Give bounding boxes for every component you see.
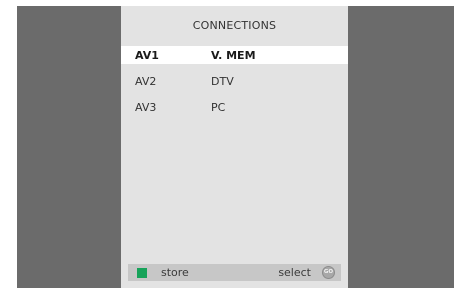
row-source-label: AV2 [135,75,157,88]
row-source-label: AV3 [135,101,157,114]
menu-title: CONNECTIONS [192,19,277,32]
connections-menu-panel: CONNECTIONS AV1 V. MEM AV2 DTV AV3 PC st… [121,6,348,288]
row-value-label: DTV [211,75,234,88]
menu-row-av2[interactable]: AV2 DTV [121,72,348,90]
menu-row-av1[interactable]: AV1 V. MEM [121,46,348,64]
row-value-label: PC [211,101,226,114]
store-label: store [161,266,189,279]
menu-row-av3[interactable]: AV3 PC [121,98,348,116]
go-button-icon[interactable]: GO [322,266,335,279]
footer-bar: store select GO [128,264,341,281]
row-value-label: V. MEM [211,49,256,62]
row-source-label: AV1 [135,49,159,62]
select-label: select [278,266,311,279]
green-key-icon[interactable] [137,268,147,278]
